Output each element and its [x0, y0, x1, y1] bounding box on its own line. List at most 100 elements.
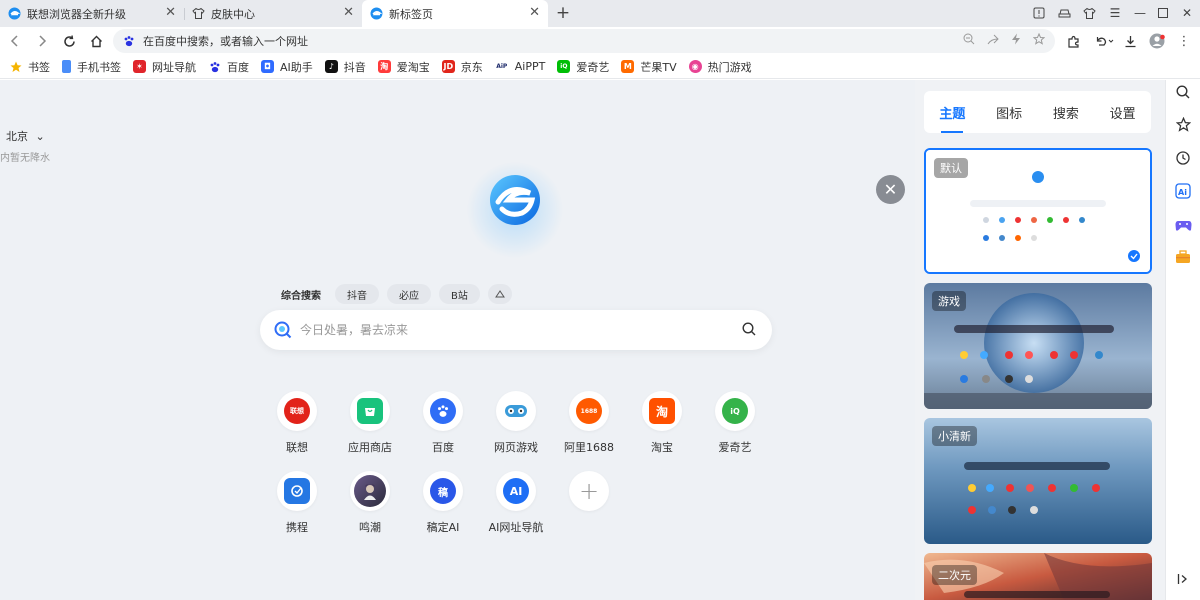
- maximize-icon[interactable]: [1154, 4, 1172, 22]
- right-sidebar: Ai: [1165, 80, 1200, 600]
- new-tab-button[interactable]: +: [554, 4, 572, 22]
- bookmark-item[interactable]: ✶ 网址导航: [133, 59, 196, 75]
- close-tab-icon[interactable]: ✕: [165, 6, 176, 20]
- zoom-icon[interactable]: [963, 33, 975, 48]
- gaoding-ai-icon: 稿: [430, 478, 456, 504]
- shirt-icon: [192, 7, 205, 20]
- theme-card-game[interactable]: 游戏: [924, 283, 1152, 409]
- shortcut-lenovo[interactable]: 联想 联想: [272, 391, 322, 455]
- bookmark-item[interactable]: ♪ 抖音: [325, 59, 366, 75]
- bookmark-item[interactable]: AiP AiPPT: [495, 60, 546, 73]
- back-icon[interactable]: [6, 32, 24, 50]
- search-tab[interactable]: 必应: [387, 284, 431, 304]
- toolbox-icon[interactable]: [1174, 248, 1192, 266]
- theme-label: 默认: [934, 158, 968, 178]
- bookmark-item[interactable]: M 芒果TV: [621, 59, 676, 75]
- bookmark-item[interactable]: ◉ 热门游戏: [689, 59, 752, 75]
- undo-close-icon[interactable]: [1093, 32, 1117, 50]
- bookmark-label: 爱淘宝: [397, 59, 430, 75]
- share-icon[interactable]: [987, 33, 999, 48]
- theme-label: 二次元: [932, 565, 977, 585]
- shortcut-taobao[interactable]: 淘 淘宝: [637, 391, 687, 455]
- reload-icon[interactable]: [60, 32, 78, 50]
- app-store-icon: [357, 398, 383, 424]
- more-menu-icon[interactable]: ⋮: [1175, 32, 1193, 50]
- car-icon[interactable]: [1055, 4, 1073, 22]
- menu-icon[interactable]: ☰: [1106, 4, 1124, 22]
- svg-text:Ai: Ai: [1178, 188, 1187, 197]
- bookmark-item[interactable]: JD 京东: [442, 59, 483, 75]
- tab-icons[interactable]: 图标: [996, 91, 1022, 133]
- favorites-star-icon[interactable]: [1174, 115, 1192, 133]
- minimize-icon[interactable]: —: [1131, 4, 1149, 22]
- shortcut-baidu[interactable]: 百度: [418, 391, 468, 455]
- shortcut-label: 稿定AI: [403, 519, 483, 535]
- close-window-icon[interactable]: ✕: [1178, 4, 1196, 22]
- bookmark-item[interactable]: iQ 爱奇艺: [557, 59, 609, 75]
- theme-card-default[interactable]: 默认: [924, 148, 1152, 274]
- bookmark-item[interactable]: 手机书签: [62, 59, 121, 75]
- weather-city[interactable]: 北京: [6, 130, 28, 143]
- search-box[interactable]: [260, 310, 772, 350]
- home-icon[interactable]: [87, 32, 105, 50]
- bookmark-item[interactable]: 书签: [9, 59, 50, 75]
- ai-assistant-icon: ◘: [261, 60, 274, 73]
- bookmark-label: 手机书签: [77, 59, 121, 75]
- omnibox[interactable]: 在百度中搜索，或者输入一个网址: [113, 29, 1055, 53]
- close-skin-panel-button[interactable]: ✕: [876, 175, 905, 204]
- avatar[interactable]: [1148, 32, 1170, 50]
- download-icon[interactable]: [1121, 32, 1139, 50]
- taobao-icon: 淘: [649, 398, 675, 424]
- theme-card-fresh[interactable]: 小清新: [924, 418, 1152, 544]
- bookmark-item[interactable]: ◘ AI助手: [261, 59, 313, 75]
- lightning-icon[interactable]: [1011, 33, 1021, 48]
- chevron-down-icon[interactable]: ⌄: [36, 130, 45, 143]
- search-tab[interactable]: 抖音: [335, 284, 379, 304]
- skin-shirt-icon[interactable]: [1080, 4, 1098, 22]
- ai-icon[interactable]: Ai: [1174, 182, 1192, 200]
- shortcut-wuthering-waves[interactable]: 鸣潮: [345, 471, 395, 535]
- search-tab[interactable]: 综合搜索: [275, 284, 327, 304]
- shortcut-alibaba-1688[interactable]: 1688 阿里1688: [564, 391, 614, 455]
- tab-search[interactable]: 搜索: [1053, 91, 1079, 133]
- skin-panel-tabs: 主题 图标 搜索 设置: [924, 91, 1151, 133]
- shortcut-app-store[interactable]: 应用商店: [345, 391, 395, 455]
- omnibox-placeholder: 在百度中搜索，或者输入一个网址: [143, 33, 308, 49]
- close-tab-icon[interactable]: ✕: [343, 6, 354, 20]
- forward-icon[interactable]: [33, 32, 51, 50]
- shortcut-web-games[interactable]: 网页游戏: [491, 391, 541, 455]
- tab-new-tab[interactable]: 新标签页 ✕: [362, 0, 548, 27]
- shortcut-label: 应用商店: [330, 439, 410, 455]
- shortcut-iqiyi[interactable]: iQ 爱奇艺: [710, 391, 760, 455]
- tab-title: 联想浏览器全新升级: [27, 6, 126, 22]
- shortcut-gaoding-ai[interactable]: 稿 稿定AI: [418, 471, 468, 535]
- extensions-icon[interactable]: [1064, 32, 1082, 50]
- add-shortcut-button[interactable]: +: [564, 471, 614, 511]
- tab-lenovo-upgrade[interactable]: 联想浏览器全新升级 ✕: [0, 0, 184, 27]
- tab-settings[interactable]: 设置: [1110, 91, 1136, 133]
- search-icon[interactable]: [1174, 83, 1192, 101]
- tab-theme[interactable]: 主题: [939, 91, 965, 133]
- weather-widget[interactable]: 北京 ⌄ 内暂无降水: [6, 128, 50, 164]
- more-engines-icon[interactable]: [488, 284, 512, 304]
- jd-icon: JD: [442, 60, 455, 73]
- theme-card-anime[interactable]: 二次元: [924, 553, 1152, 600]
- collapse-sidebar-icon[interactable]: [1174, 570, 1192, 588]
- tab-skin-center[interactable]: 皮肤中心 ✕: [184, 0, 362, 27]
- plus-icon: +: [579, 477, 599, 505]
- search-tab[interactable]: B站: [439, 284, 480, 304]
- tab-search-icon[interactable]: [1030, 4, 1048, 22]
- search-icon[interactable]: [742, 322, 756, 336]
- mangotv-icon: M: [621, 60, 634, 73]
- close-tab-icon[interactable]: ✕: [529, 6, 540, 20]
- game-controller-icon[interactable]: [1174, 216, 1192, 234]
- search-engine-tabs: 综合搜索 抖音 必应 B站: [275, 284, 512, 304]
- history-clock-icon[interactable]: [1174, 149, 1192, 167]
- shortcut-ai-nav[interactable]: AI AI网址导航: [491, 471, 541, 535]
- search-input[interactable]: [300, 323, 700, 337]
- bookmark-item[interactable]: 百度: [208, 59, 249, 75]
- lenovo-browser-icon: [370, 7, 383, 20]
- star-outline-icon[interactable]: [1033, 33, 1045, 48]
- bookmark-item[interactable]: 淘 爱淘宝: [378, 59, 430, 75]
- shortcut-ctrip[interactable]: 携程: [272, 471, 322, 535]
